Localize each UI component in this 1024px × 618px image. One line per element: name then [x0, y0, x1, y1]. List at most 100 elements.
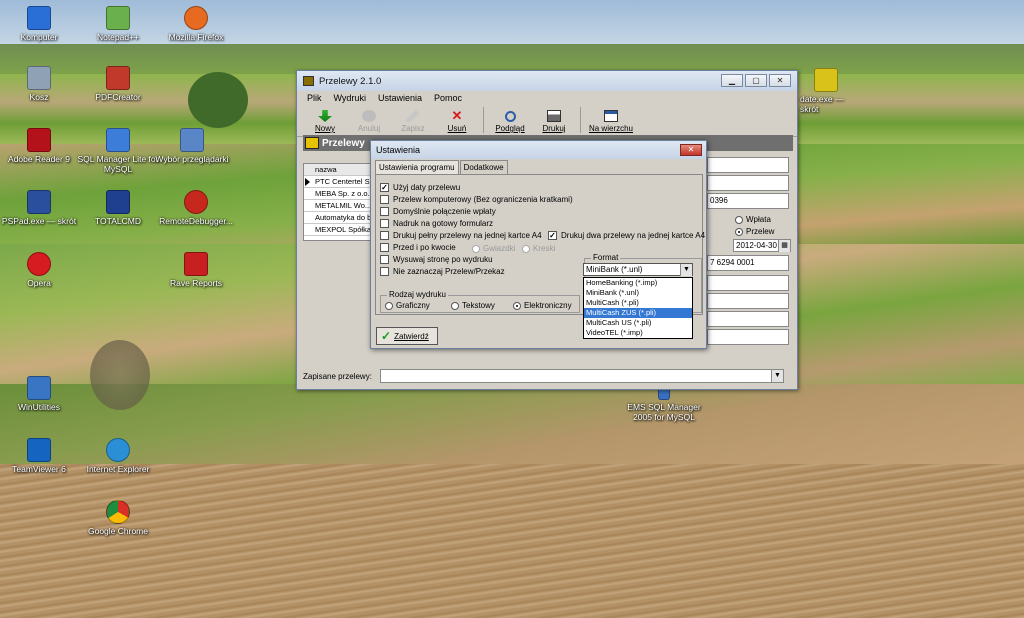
format-option[interactable]: HomeBanking (*.imp): [584, 278, 692, 288]
desktop-icon-teamviewer[interactable]: TeamViewer 6: [0, 438, 81, 474]
option-use-transfer-date[interactable]: ✓ Użyj daty przelewu: [380, 183, 460, 192]
print-button[interactable]: Drukuj: [532, 110, 576, 136]
desktop-icon-ems-sql-manager[interactable]: EMS SQL Manager 2005 for MySQL: [622, 388, 706, 422]
maximize-button[interactable]: ▢: [745, 74, 767, 87]
close-button[interactable]: ✕: [769, 74, 791, 87]
format-select[interactable]: MiniBank (*.unl) ▼: [583, 263, 693, 276]
radio-electronic[interactable]: Elektroniczny: [513, 301, 572, 310]
toolbar: Nowy Anuluj Zapisz ✕ Usuń Podgląd Drukuj …: [297, 105, 797, 137]
field-2[interactable]: [707, 175, 789, 191]
table-row[interactable]: MEBA Sp. z o.o.: [304, 188, 372, 200]
grid-header[interactable]: nazwa: [304, 164, 372, 176]
radio-text[interactable]: Tekstowy: [451, 301, 495, 310]
format-option[interactable]: MultiCash (*.pli): [584, 298, 692, 308]
option-no-mark[interactable]: Nie zaznaczaj Przelew/Przekaz: [380, 267, 505, 276]
table-row[interactable]: Automatyka do b...: [304, 212, 372, 224]
internet-explorer-icon: [106, 438, 130, 462]
menubar: Plik Wydruki Ustawienia Pomoc: [297, 91, 797, 105]
radio-dashes[interactable]: Kreski: [522, 244, 555, 253]
desktop-icon-date-shortcut[interactable]: date.exe — skrót: [800, 68, 860, 114]
confirm-button[interactable]: ✓ Zatwierdź: [376, 327, 438, 345]
desktop-icon-pspad[interactable]: PSPad.exe — skrót: [0, 190, 81, 226]
firefox-icon: [184, 6, 208, 30]
desktop-icon-sql-manager-lite[interactable]: SQL Manager Lite for MySQL: [76, 128, 160, 174]
menu-plik[interactable]: Plik: [307, 93, 322, 103]
minimize-button[interactable]: ▁: [721, 74, 743, 87]
format-option[interactable]: MiniBank (*.unl): [584, 288, 692, 298]
desktop-icon-recycle-bin[interactable]: Kosz: [0, 66, 81, 102]
totalcmd-icon: [106, 190, 130, 214]
sql-manager-icon: [106, 128, 130, 152]
radio-wplata[interactable]: Wpłata: [735, 215, 771, 224]
option-print-full[interactable]: Drukuj pełny przelewy na jednej kartce A…: [380, 231, 542, 240]
option-eject-page[interactable]: Wysuwaj stronę po wydruku: [380, 255, 493, 264]
desktop-icon-remote-debugger[interactable]: RemoteDebugger...: [154, 190, 238, 226]
opera-icon: [27, 252, 51, 276]
arrow-down-icon: [318, 110, 332, 122]
account-field[interactable]: 0396: [707, 193, 789, 209]
format-option-highlighted[interactable]: MultiCash ZUS (*.pli): [584, 308, 692, 318]
field-7[interactable]: [707, 293, 789, 309]
tree: [188, 72, 248, 128]
calendar-icon[interactable]: ▦: [778, 240, 790, 252]
format-option[interactable]: MultiCash US (*.pli): [584, 318, 692, 328]
format-label: Format: [591, 253, 621, 262]
field-top[interactable]: [707, 157, 789, 173]
saved-transfers-select[interactable]: ▼: [379, 369, 784, 383]
pdfcreator-icon: [106, 66, 130, 90]
option-preprinted-form[interactable]: Nadruk na gotowy formularz: [380, 219, 493, 228]
table-row[interactable]: MEXPOL Spółka...: [304, 224, 372, 236]
desktop-icon-computer[interactable]: Komputer: [0, 6, 81, 42]
chevron-down-icon[interactable]: ▼: [680, 264, 692, 276]
format-option[interactable]: VideoTEL (*.imp): [584, 328, 692, 338]
table-row[interactable]: PTC Centertel Sp.: [304, 176, 372, 188]
saved-transfers-bar: Zapisane przelewy: ▼: [303, 367, 793, 385]
menu-pomoc[interactable]: Pomoc: [434, 93, 462, 103]
desktop-icon-rave-reports[interactable]: Rave Reports: [154, 252, 238, 288]
desktop-icon-winutilities[interactable]: WinUtilities: [0, 376, 81, 412]
desktop-icon-chrome[interactable]: Google Chrome: [76, 500, 160, 536]
save-button[interactable]: Zapisz: [391, 110, 435, 136]
date-shortcut-icon: [814, 68, 838, 92]
desktop-icon-browser-choice[interactable]: Wybór przeglądarki: [150, 128, 234, 164]
radio-przelew[interactable]: Przelew: [735, 227, 774, 236]
format-dropdown-list: HomeBanking (*.imp) MiniBank (*.unl) Mul…: [583, 277, 693, 339]
printer-icon: [547, 110, 561, 122]
on-top-button[interactable]: Na wierzchu: [585, 110, 637, 136]
delete-button[interactable]: ✕ Usuń: [435, 108, 479, 136]
field-6[interactable]: [707, 275, 789, 291]
option-computer-transfer[interactable]: Przelew komputerowy (Bez ograniczenia kr…: [380, 195, 573, 204]
nrb-field[interactable]: 7 6294 0001: [707, 255, 789, 271]
desktop-icon-totalcmd[interactable]: TOTALCMD: [76, 190, 160, 226]
settings-dialog: Ustawienia ✕ Ustawienia programu Dodatko…: [370, 140, 707, 349]
tab-additional[interactable]: Dodatkowe: [459, 160, 508, 174]
window-titlebar[interactable]: Przelewy 2.1.0 ▁ ▢ ✕: [297, 71, 797, 91]
option-print-two[interactable]: ✓ Drukuj dwa przelewy na jednej kartce A4: [548, 231, 705, 240]
menu-ustawienia[interactable]: Ustawienia: [378, 93, 422, 103]
field-8[interactable]: [707, 311, 789, 327]
new-button[interactable]: Nowy: [303, 110, 347, 136]
option-around-amount[interactable]: Przed i po kwocie: [380, 243, 456, 252]
desktop-icon-notepadpp[interactable]: Notepad++: [76, 6, 160, 42]
dialog-titlebar[interactable]: Ustawienia ✕: [371, 141, 706, 159]
tab-program-settings[interactable]: Ustawienia programu: [375, 160, 459, 175]
chevron-down-icon[interactable]: ▼: [770, 370, 783, 382]
delete-x-icon: ✕: [451, 108, 463, 123]
menu-wydruki[interactable]: Wydruki: [334, 93, 366, 103]
desktop-icon-pdfcreator[interactable]: PDFCreator: [76, 66, 160, 102]
dialog-close-button[interactable]: ✕: [680, 144, 702, 156]
radio-stars[interactable]: Gwiazdki: [472, 244, 515, 253]
preview-button[interactable]: Podgląd: [488, 111, 532, 136]
option-default-deposit[interactable]: Domyślnie połączenie wpłaty: [380, 207, 496, 216]
radio-graphic[interactable]: Graficzny: [385, 301, 430, 310]
tree: [90, 340, 150, 410]
desktop-icon-adobe-reader[interactable]: Adobe Reader 9: [0, 128, 81, 164]
cancel-button[interactable]: Anuluj: [347, 110, 391, 136]
desktop-icon-internet-explorer[interactable]: Internet Explorer: [76, 438, 160, 474]
desktop-icon-firefox[interactable]: Mozilla Firefox: [154, 6, 238, 42]
table-row[interactable]: METALMIL Wo...: [304, 200, 372, 212]
desktop-icon-opera[interactable]: Opera: [0, 252, 81, 288]
date-field[interactable]: 2012-04-30 ▦: [733, 239, 791, 252]
field-9[interactable]: [707, 329, 789, 345]
notepadpp-icon: [106, 6, 130, 30]
